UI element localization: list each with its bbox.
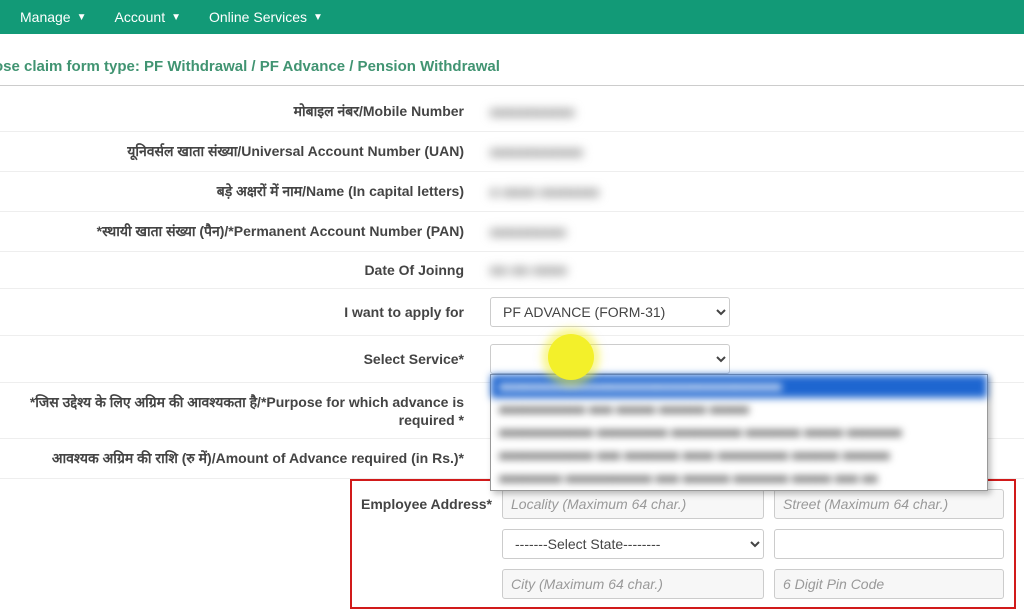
apply-for-select[interactable]: PF ADVANCE (FORM-31) <box>490 297 730 327</box>
caret-down-icon: ▼ <box>77 12 87 23</box>
district-input[interactable] <box>774 529 1004 559</box>
label-service: Select Service* <box>0 336 480 383</box>
label-doj: Date Of Joinng <box>0 252 480 289</box>
label-apply: I want to apply for <box>0 289 480 336</box>
page-title: ose claim form type: PF Withdrawal / PF … <box>0 34 1024 85</box>
value-name: ■ ■■■■ ■■■■■■■ <box>490 184 599 200</box>
value-mobile: ■■■■■■■■■■ <box>490 104 575 120</box>
nav-account[interactable]: Account ▼ <box>101 1 196 33</box>
dropdown-option[interactable]: ■■■■■■■■ ■■■■■■■■■■■ ■■■ ■■■■■■ ■■■■■■■ … <box>491 467 987 490</box>
dropdown-option[interactable]: ■■■■■■■■■■■■ ■■■ ■■■■■■■ ■■■■ ■■■■■■■■■ … <box>491 444 987 467</box>
value-uan: ■■■■■■■■■■■ <box>490 144 583 160</box>
nav-manage-label: Manage <box>20 9 71 25</box>
nav-manage[interactable]: Manage ▼ <box>6 1 101 33</box>
locality-input[interactable] <box>502 489 764 519</box>
nav-online-services[interactable]: Online Services ▼ <box>195 1 337 33</box>
navbar: Manage ▼ Account ▼ Online Services ▼ <box>0 0 1024 34</box>
divider <box>0 85 1024 86</box>
employee-address-block: Employee Address* -------Select State---… <box>350 479 1016 609</box>
pin-input[interactable] <box>774 569 1004 599</box>
claim-form: मोबाइल नंबर/Mobile Number ■■■■■■■■■■ यून… <box>0 92 1024 479</box>
label-name: बड़े अक्षरों में नाम/Name (In capital le… <box>0 172 480 212</box>
label-mobile: मोबाइल नंबर/Mobile Number <box>0 92 480 132</box>
caret-down-icon: ▼ <box>171 12 181 23</box>
dropdown-option[interactable]: ■■■■■■■■■■■■ ■■■■■■■■■ ■■■■■■■■■ ■■■■■■■… <box>491 421 987 444</box>
label-amount: आवश्यक अग्रिम की राशि (रु में)/Amount of… <box>0 439 480 479</box>
city-input[interactable] <box>502 569 764 599</box>
label-pan: *स्थायी खाता संख्या (पैन)/*Permanent Acc… <box>0 212 480 252</box>
value-pan: ■■■■■■■■■ <box>490 224 566 240</box>
caret-down-icon: ▼ <box>313 12 323 23</box>
select-service[interactable] <box>490 344 730 374</box>
label-address: Employee Address* <box>352 496 492 512</box>
dropdown-option[interactable]: ■■■■■■■■■■■■■■■■■■■■■■■■■■■■■■■■■■■■ <box>491 375 987 398</box>
state-select[interactable]: -------Select State-------- <box>502 529 764 559</box>
label-purpose: *जिस उद्देश्य के लिए अग्रिम की आवश्यकता … <box>0 383 480 439</box>
street-input[interactable] <box>774 489 1004 519</box>
service-dropdown[interactable]: ■■■■■■■■■■■■■■■■■■■■■■■■■■■■■■■■■■■■ ■■■… <box>490 374 988 491</box>
label-uan: यूनिवर्सल खाता संख्या/Universal Account … <box>0 132 480 172</box>
dropdown-option[interactable]: ■■■■■■■■■■■ ■■■ ■■■■■ ■■■■■■ ■■■■■ <box>491 398 987 421</box>
value-doj: ■■-■■-■■■■ <box>490 262 567 278</box>
nav-services-label: Online Services <box>209 9 307 25</box>
nav-account-label: Account <box>115 9 166 25</box>
